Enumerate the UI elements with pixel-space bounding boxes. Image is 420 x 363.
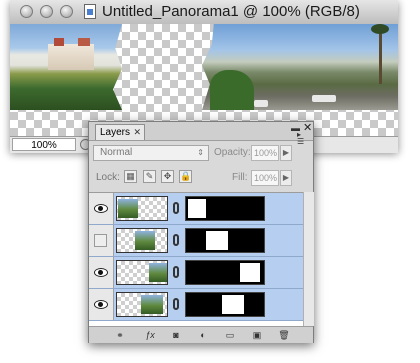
add-mask-icon[interactable]: ◙ <box>169 329 183 341</box>
panel-close-icon[interactable]: ✕ <box>303 121 312 134</box>
panorama-left-image <box>10 24 122 110</box>
fx-icon[interactable]: ƒx <box>143 329 157 341</box>
layer-thumbnail <box>116 228 168 253</box>
zoom-level-field[interactable]: 100% <box>12 138 76 151</box>
close-window-button[interactable] <box>20 5 33 18</box>
tab-layers[interactable]: Layers ✕ <box>95 124 145 140</box>
mask-region <box>206 231 228 250</box>
opacity-label: Opacity: <box>214 147 251 158</box>
document-titlebar[interactable]: Untitled_Panorama1 @ 100% (RGB/8) <box>10 0 398 25</box>
tab-layers-label: Layers <box>100 127 131 138</box>
fill-arrow-icon[interactable]: ▶ <box>280 170 292 186</box>
palm-tree <box>371 24 389 84</box>
eye-icon <box>94 300 108 309</box>
layer-row[interactable] <box>89 289 303 321</box>
document-proxy-icon[interactable] <box>84 4 96 19</box>
zoom-window-button[interactable] <box>60 5 73 18</box>
blend-mode-value: Normal <box>100 147 133 158</box>
layer-list <box>89 192 303 327</box>
layer-row[interactable] <box>89 193 303 225</box>
link-icon[interactable] <box>173 298 179 310</box>
panel-menu-icon[interactable]: ▸ ☰ <box>297 131 304 146</box>
thumb-photo <box>141 295 163 314</box>
layer-mask-thumbnail[interactable] <box>185 292 265 317</box>
layer-list-scrollbar[interactable] <box>303 192 314 326</box>
link-icon[interactable] <box>173 202 179 214</box>
document-title: Untitled_Panorama1 @ 100% (RGB/8) <box>102 3 360 20</box>
layer-thumbnail <box>116 292 168 317</box>
villa-building <box>48 38 94 70</box>
visibility-toggle[interactable] <box>89 289 114 320</box>
minimize-window-button[interactable] <box>40 5 53 18</box>
link-icon[interactable] <box>173 234 179 246</box>
panel-footer: ⚭ ƒx ◙ ◐ ▭ ▣ 🗑 <box>89 326 313 343</box>
layer-mask-thumbnail[interactable] <box>185 260 265 285</box>
layer-row[interactable] <box>89 257 303 289</box>
layer-row[interactable] <box>89 225 303 257</box>
image-canvas[interactable] <box>10 24 398 136</box>
mask-region <box>222 295 244 314</box>
layer-thumbnail <box>116 196 168 221</box>
panel-header[interactable]: Layers ✕ ▬ ✕ ▸ ☰ <box>89 121 313 146</box>
adjustment-layer-icon[interactable]: ◐ <box>196 329 210 341</box>
mask-region <box>188 199 206 218</box>
fill-label: Fill: <box>232 172 248 183</box>
eye-icon <box>94 204 108 213</box>
hidden-eye-icon <box>94 234 107 247</box>
thumb-photo <box>135 231 155 250</box>
fill-input[interactable]: 100% <box>251 170 279 186</box>
layer-mask-thumbnail[interactable] <box>185 196 265 221</box>
opacity-input[interactable]: 100% <box>251 145 279 161</box>
lock-image-pixels-icon[interactable]: ✎ <box>143 170 156 183</box>
new-layer-icon[interactable]: ▣ <box>250 329 264 341</box>
blend-mode-select[interactable]: Normal ⇕ <box>93 145 209 161</box>
visibility-toggle[interactable] <box>89 257 114 288</box>
eye-icon <box>94 268 108 277</box>
lock-label: Lock: <box>96 172 120 183</box>
visibility-toggle[interactable] <box>89 225 114 256</box>
thumb-photo <box>149 263 167 282</box>
layer-thumbnail <box>116 260 168 285</box>
car <box>254 100 268 107</box>
opacity-arrow-icon[interactable]: ▶ <box>280 145 292 161</box>
layers-panel: Layers ✕ ▬ ✕ ▸ ☰ Normal ⇕ Opacity: 100% ▶… <box>88 121 314 343</box>
link-icon[interactable] <box>173 266 179 278</box>
mask-region <box>240 263 260 282</box>
lock-all-icon[interactable]: 🔒 <box>179 170 192 183</box>
group-folder-icon[interactable]: ▭ <box>223 329 237 341</box>
tree-foliage <box>210 70 254 110</box>
trash-icon[interactable]: 🗑 <box>277 329 291 341</box>
link-layers-icon[interactable]: ⚭ <box>113 329 127 341</box>
lock-transparency-icon[interactable]: ▦ <box>124 170 137 183</box>
select-arrows-icon: ⇕ <box>197 148 204 157</box>
visibility-toggle[interactable] <box>89 193 114 224</box>
car <box>312 95 336 102</box>
layer-mask-thumbnail[interactable] <box>185 228 265 253</box>
lock-position-icon[interactable]: ✥ <box>161 170 174 183</box>
tab-close-icon[interactable]: ✕ <box>133 125 141 140</box>
thumb-photo <box>118 199 138 218</box>
